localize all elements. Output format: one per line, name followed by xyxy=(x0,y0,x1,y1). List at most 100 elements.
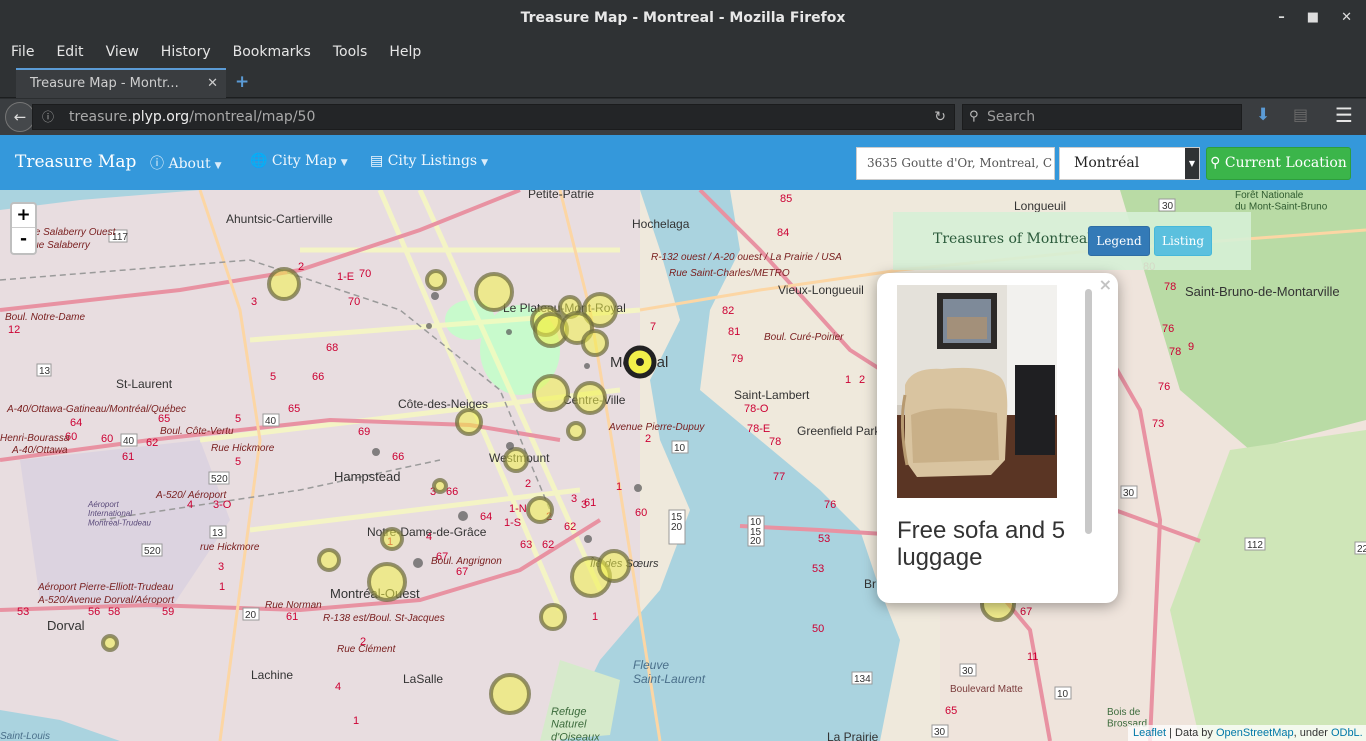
svg-text:11: 11 xyxy=(1027,651,1038,663)
svg-text:13: 13 xyxy=(39,366,51,377)
svg-text:62: 62 xyxy=(146,437,158,449)
menu-tools[interactable]: Tools xyxy=(333,44,368,60)
osm-link[interactable]: OpenStreetMap xyxy=(1216,727,1294,739)
tab-close-icon[interactable]: ✕ xyxy=(207,70,218,97)
svg-text:60: 60 xyxy=(635,507,647,519)
menu-edit[interactable]: Edit xyxy=(56,44,83,60)
address-input[interactable]: 3635 Goutte d'Or, Montreal, C xyxy=(856,147,1055,180)
svg-text:66: 66 xyxy=(392,451,404,463)
map-label-r138: R-138 est/Boul. St-Jacques xyxy=(323,613,445,624)
svg-text:63: 63 xyxy=(520,539,532,551)
svg-text:1: 1 xyxy=(353,715,359,727)
svg-text:60: 60 xyxy=(101,433,113,445)
svg-text:84: 84 xyxy=(777,227,789,239)
svg-text:78-E: 78-E xyxy=(747,423,770,435)
zoom-out-button[interactable]: - xyxy=(12,228,35,252)
hamburger-menu-icon[interactable]: ☰ xyxy=(1335,103,1353,127)
map-label-a520: A-520/Avenue Dorval/Aéroport xyxy=(37,595,175,606)
map-label-ahuntsic: Ahuntsic-Cartierville xyxy=(226,212,333,226)
reload-icon[interactable]: ↻ xyxy=(934,105,946,129)
download-icon[interactable]: ⬇ xyxy=(1256,105,1270,125)
svg-text:20: 20 xyxy=(750,536,762,547)
svg-text:53: 53 xyxy=(812,563,824,575)
nav-city-listings[interactable]: ▤ City Listings ▼ xyxy=(370,153,488,169)
popup-close-icon[interactable]: × xyxy=(1099,275,1112,294)
menu-file[interactable]: File xyxy=(11,44,34,60)
svg-text:61: 61 xyxy=(286,611,298,623)
minimize-icon[interactable]: – xyxy=(1278,0,1285,36)
svg-text:62: 62 xyxy=(564,521,576,533)
svg-text:1: 1 xyxy=(219,581,225,593)
svg-text:7: 7 xyxy=(650,321,656,333)
svg-text:5: 5 xyxy=(270,371,276,383)
listing-photo[interactable] xyxy=(897,285,1057,498)
list-icon: ▤ xyxy=(370,153,384,169)
zoom-in-button[interactable]: + xyxy=(12,204,35,228)
odbl-link[interactable]: ODbL. xyxy=(1331,727,1363,739)
attribution-data-by: | Data by xyxy=(1166,727,1216,739)
map-tiles: 117 30 13 40 40 520 520 13 20 10 1520 10… xyxy=(0,190,1366,741)
svg-text:81: 81 xyxy=(728,326,740,338)
nav-city-map[interactable]: 🌐 City Map ▼ xyxy=(250,153,348,169)
svg-text:112: 112 xyxy=(1247,540,1263,551)
nav-city-map-label: City Map xyxy=(271,153,337,169)
popup-scrollbar[interactable] xyxy=(1085,289,1092,534)
maximize-icon[interactable]: ■ xyxy=(1307,0,1319,36)
menu-history[interactable]: History xyxy=(161,44,211,60)
svg-text:59: 59 xyxy=(162,606,174,618)
listing-button[interactable]: Listing xyxy=(1154,226,1212,256)
leaflet-link[interactable]: Leaflet xyxy=(1133,727,1166,739)
svg-text:76: 76 xyxy=(824,499,836,511)
menu-view[interactable]: View xyxy=(106,44,139,60)
new-tab-icon[interactable]: + xyxy=(235,72,249,92)
svg-text:10: 10 xyxy=(1057,689,1069,700)
menu-bookmarks[interactable]: Bookmarks xyxy=(233,44,311,60)
map-label-lasalle: LaSalle xyxy=(403,672,443,686)
svg-text:30: 30 xyxy=(934,727,946,738)
site-brand[interactable]: Treasure Map xyxy=(15,152,136,172)
sync-icon[interactable]: ▤ xyxy=(1293,105,1308,124)
svg-text:30: 30 xyxy=(962,666,974,677)
svg-text:9: 9 xyxy=(1188,341,1194,353)
search-input[interactable]: ⚲ Search xyxy=(962,104,1242,130)
svg-text:65: 65 xyxy=(945,705,957,717)
map-canvas[interactable]: 117 30 13 40 40 520 520 13 20 10 15 20 10… xyxy=(0,190,1366,741)
tab-treasure-map[interactable]: Treasure Map - Montr... ✕ xyxy=(16,68,226,98)
svg-text:82: 82 xyxy=(722,305,734,317)
map-label-cote-des-neiges: Côte-des-Neiges xyxy=(398,397,488,411)
current-location-button[interactable]: ⚲ Current Location xyxy=(1206,147,1351,180)
map-label-a520b: A-520/ Aéroport xyxy=(155,490,227,501)
map-label-hickmore2: rue Hickmore xyxy=(200,542,260,553)
info-icon[interactable]: ⓘ xyxy=(42,105,54,129)
menu-help[interactable]: Help xyxy=(389,44,421,60)
nav-about[interactable]: ⓘ About ▼ xyxy=(150,153,222,173)
svg-text:2: 2 xyxy=(525,478,531,490)
svg-text:66: 66 xyxy=(446,486,458,498)
svg-text:50: 50 xyxy=(812,623,824,635)
popup-title: Free sofa and 5 luggage xyxy=(897,517,1066,571)
map-label-rue-norman: Rue Norman xyxy=(265,600,322,611)
city-select[interactable]: Montréal ▼ xyxy=(1059,147,1200,180)
back-arrow-icon[interactable]: ← xyxy=(5,102,35,132)
map-label-pierre-dupuy: Avenue Pierre-Dupuy xyxy=(608,422,705,433)
svg-text:66: 66 xyxy=(312,371,324,383)
legend-panel: Treasures of Montreal Legend Listing xyxy=(893,212,1251,270)
nav-city-listings-label: City Listings xyxy=(387,153,478,169)
legend-button[interactable]: Legend xyxy=(1088,226,1150,256)
svg-text:3: 3 xyxy=(571,493,577,505)
map-label-saint-bruno: Saint-Bruno-de-Montarville xyxy=(1185,284,1340,299)
window-titlebar: Treasure Map - Montreal - Mozilla Firefo… xyxy=(0,0,1366,36)
search-icon: ⚲ xyxy=(969,109,979,124)
svg-text:5: 5 xyxy=(235,456,241,468)
map-label-dorval: Dorval xyxy=(47,618,85,633)
url-path: /montreal/map/50 xyxy=(189,109,316,125)
close-icon[interactable]: ✕ xyxy=(1341,0,1352,36)
map-label-saint-lambert: Saint-Lambert xyxy=(734,388,810,402)
map-attribution: Leaflet | Data by OpenStreetMap, under O… xyxy=(1128,725,1366,741)
url-bar[interactable]: ⓘ treasure.plyp.org/montreal/map/50 ↻ xyxy=(32,104,955,130)
globe-icon: 🌐 xyxy=(250,153,268,169)
svg-text:67: 67 xyxy=(456,566,468,578)
svg-text:2: 2 xyxy=(298,261,304,273)
svg-text:20: 20 xyxy=(245,610,257,621)
svg-text:30: 30 xyxy=(1123,488,1135,499)
